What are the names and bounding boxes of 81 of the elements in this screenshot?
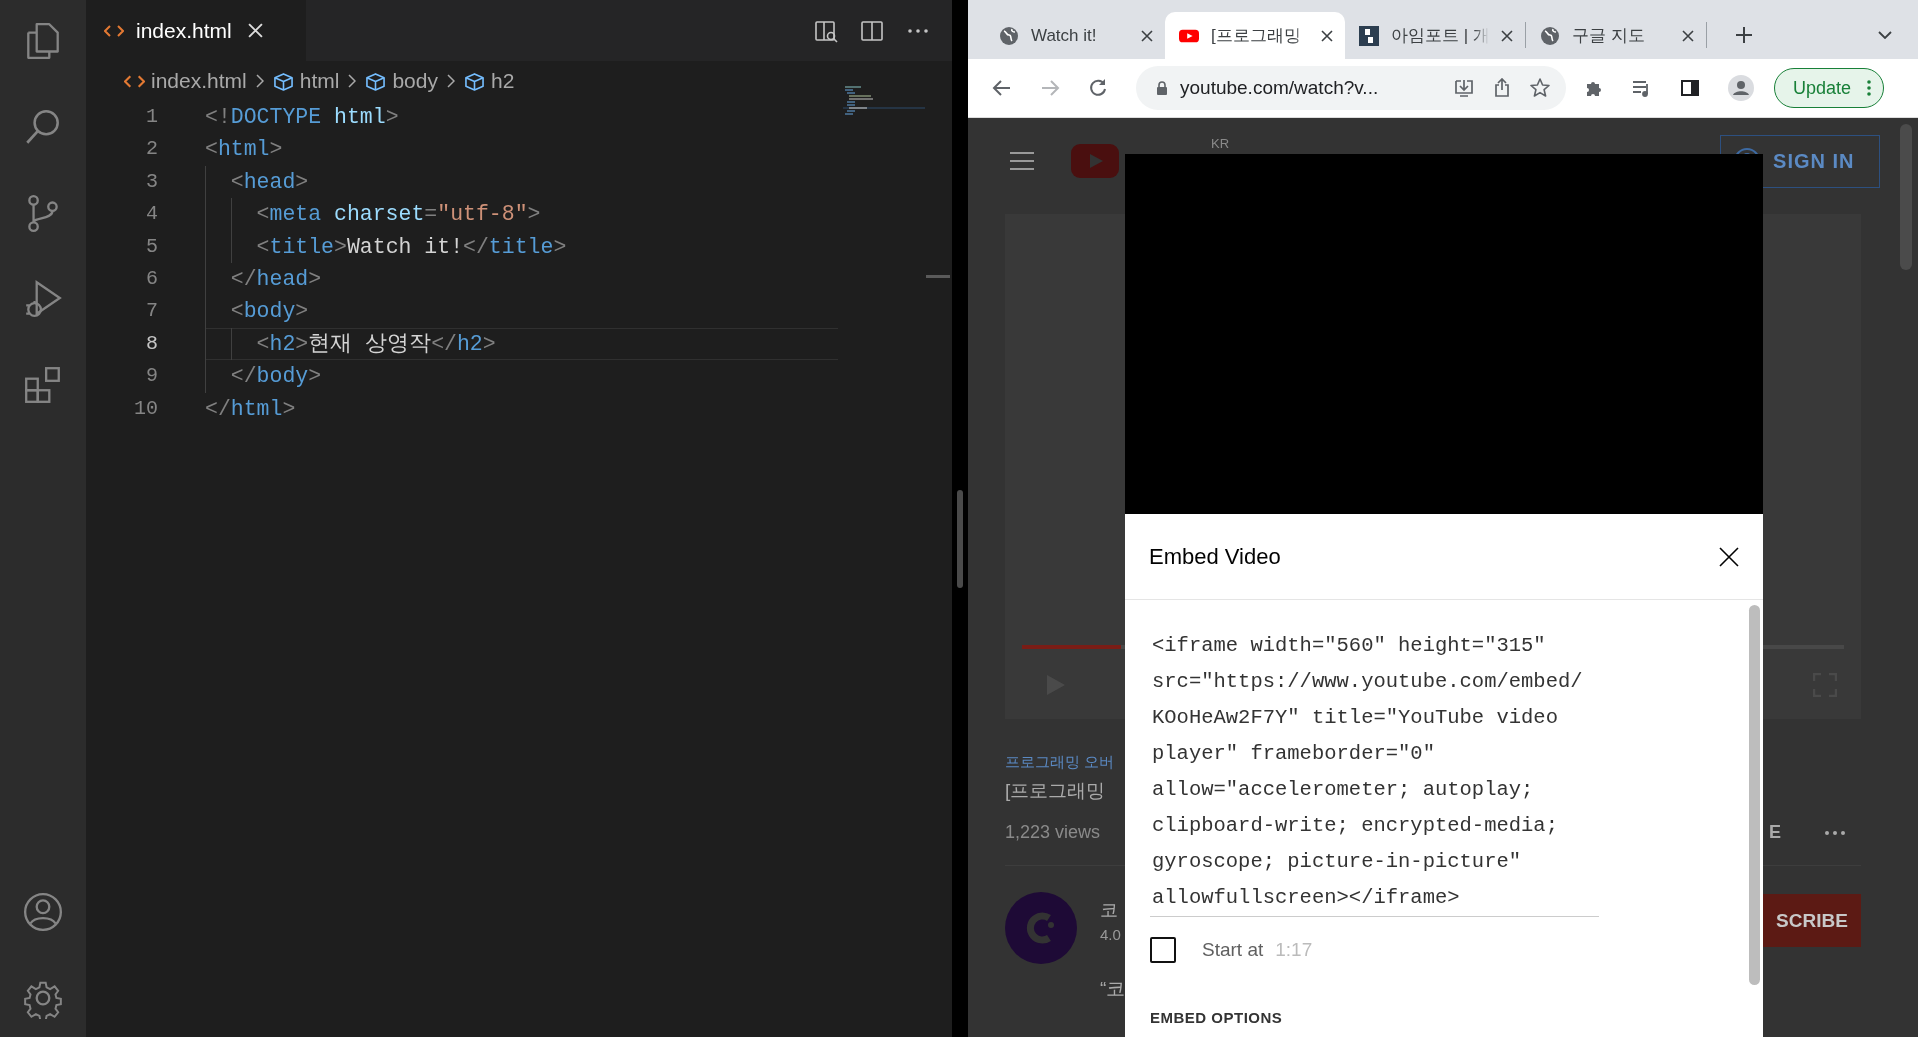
line-number: 9 bbox=[145, 363, 158, 390]
country-code: KR bbox=[1211, 136, 1230, 151]
section-heading: EMBED OPTIONS bbox=[1150, 1009, 1284, 1026]
minimap[interactable] bbox=[843, 85, 925, 115]
browser-tab[interactable]: 아임포트 | 개 bbox=[1345, 12, 1525, 59]
share-icon[interactable] bbox=[1492, 78, 1512, 98]
description-text: “코 bbox=[1100, 977, 1126, 1001]
breadcrumb-item[interactable]: body bbox=[365, 69, 438, 93]
line-number: 1 bbox=[145, 104, 158, 130]
code-line: <meta charset="utf-8"> bbox=[205, 198, 838, 231]
more-icon[interactable] bbox=[1825, 830, 1845, 835]
lock-icon bbox=[1156, 80, 1168, 96]
line-number: 5 bbox=[145, 233, 158, 260]
open-preview-icon[interactable] bbox=[814, 18, 838, 43]
action-label[interactable]: E bbox=[1769, 822, 1781, 843]
code-line: <body> bbox=[205, 295, 838, 328]
browser-tab[interactable]: 구글 지도 bbox=[1526, 12, 1706, 59]
close-icon[interactable] bbox=[1719, 546, 1739, 567]
breadcrumb-item[interactable]: html bbox=[272, 69, 340, 93]
close-icon[interactable] bbox=[1141, 29, 1153, 42]
globe-icon bbox=[1540, 25, 1560, 46]
line-number: 8 bbox=[145, 330, 158, 357]
chevron-icon bbox=[348, 74, 357, 88]
view-count: 1,223 views bbox=[1005, 822, 1101, 843]
line-number: 2 bbox=[145, 136, 158, 163]
menu-icon[interactable] bbox=[1010, 152, 1034, 170]
code-line: <html> bbox=[205, 136, 284, 164]
code-line: </body> bbox=[205, 360, 838, 393]
split-editor-icon[interactable] bbox=[860, 18, 884, 43]
channel-name[interactable]: 코 bbox=[1100, 898, 1121, 922]
code-line: <h2>현재 상영작</h2> bbox=[205, 327, 838, 361]
overview-ruler-mark bbox=[926, 275, 950, 278]
cube-icon bbox=[365, 71, 387, 91]
line-number: 6 bbox=[145, 265, 158, 292]
subscriber-count: 4.0 bbox=[1100, 926, 1121, 943]
embed-code-field[interactable]: <iframe width="560" height="315" src="https://www.youtube.com/embed/ KOoHeAw2F7Y" title="YouTube video player" frameborder="0" allow="accelerometer; autoplay; clipboard-write; encrypted-media; gyroscope; picture-in-picture" allowfullscreen></iframe> bbox=[1150, 628, 1599, 917]
star-icon[interactable] bbox=[1530, 78, 1550, 98]
breadcrumb-item[interactable]: h2 bbox=[463, 69, 515, 93]
update-button[interactable]: Update bbox=[1774, 68, 1885, 108]
code-line: </head> bbox=[205, 262, 838, 296]
install-icon[interactable] bbox=[1454, 78, 1474, 98]
editor-tab[interactable]: index.html bbox=[86, 0, 306, 61]
breadcrumb-item[interactable]: index.html bbox=[124, 69, 247, 93]
chevron-icon bbox=[255, 74, 264, 88]
reload-icon[interactable] bbox=[1088, 78, 1108, 98]
code-file-icon bbox=[104, 23, 124, 38]
chevron-icon bbox=[446, 74, 455, 88]
code-line: <head> bbox=[205, 165, 838, 199]
channel-hashtag[interactable]: 프로그래밍 오버 bbox=[1005, 753, 1115, 772]
browser-tab[interactable]: [프로그래밍 bbox=[1165, 12, 1345, 59]
address-bar[interactable]: youtube.com/watch?v... bbox=[1136, 66, 1566, 110]
dialog-title: Embed Video bbox=[1149, 543, 1281, 570]
start-at-label: Start at bbox=[1202, 939, 1264, 961]
cube-icon bbox=[272, 71, 294, 91]
new-tab-icon[interactable] bbox=[1735, 26, 1753, 44]
line-number: 3 bbox=[145, 168, 158, 195]
code-line: </html> bbox=[205, 395, 297, 423]
logo-icon bbox=[1359, 25, 1379, 46]
code-line: <title>Watch it!</title> bbox=[205, 230, 838, 263]
line-number: 7 bbox=[145, 298, 158, 325]
start-at-checkbox[interactable] bbox=[1150, 937, 1176, 963]
line-number: 10 bbox=[133, 395, 158, 422]
scrollbar-thumb[interactable] bbox=[1900, 124, 1912, 270]
scrollbar-thumb[interactable] bbox=[957, 490, 963, 588]
globe-icon bbox=[999, 25, 1019, 46]
subscribe-button[interactable]: SCRIBE bbox=[1763, 894, 1861, 947]
close-icon[interactable] bbox=[1501, 29, 1513, 42]
cube-icon bbox=[463, 71, 485, 91]
line-number: 4 bbox=[145, 201, 158, 228]
side-panel-icon[interactable] bbox=[1680, 78, 1700, 98]
profile-icon[interactable] bbox=[1728, 75, 1754, 101]
video-title: [프로그래밍 bbox=[1005, 779, 1106, 803]
back-icon[interactable] bbox=[992, 78, 1012, 98]
close-icon[interactable] bbox=[1682, 29, 1694, 42]
code-line: <!DOCTYPE html> bbox=[205, 104, 400, 131]
browser-tab[interactable]: Watch it! bbox=[985, 12, 1165, 59]
chevron-down-icon[interactable] bbox=[1878, 31, 1892, 39]
scrollbar-thumb[interactable] bbox=[1749, 605, 1760, 985]
close-icon[interactable] bbox=[1321, 29, 1333, 42]
more-icon bbox=[1867, 80, 1872, 96]
account-icon[interactable] bbox=[22, 891, 64, 933]
